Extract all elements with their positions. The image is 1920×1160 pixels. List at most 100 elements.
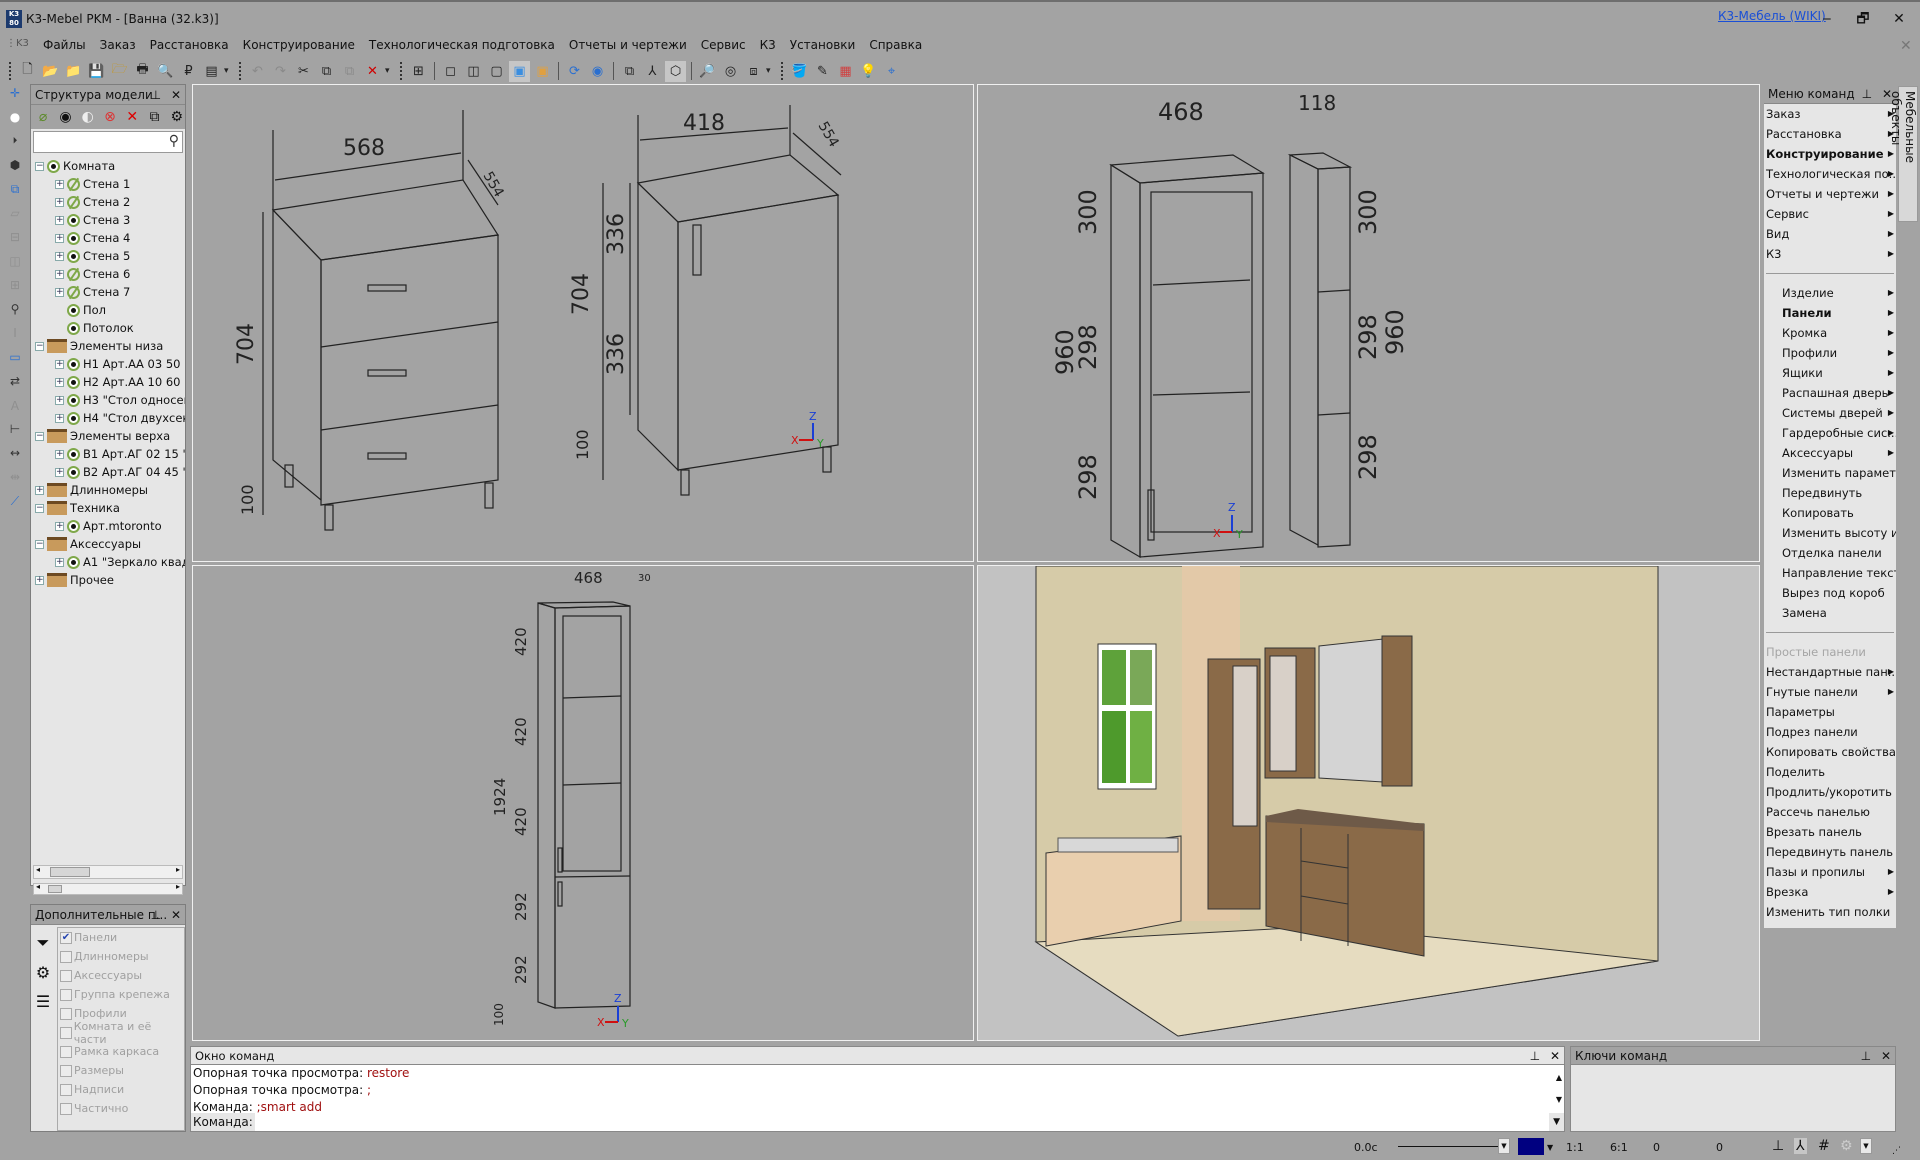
pin-icon[interactable]: ⊥: [1530, 1049, 1540, 1063]
command-menu-item[interactable]: Копировать: [1764, 503, 1896, 523]
expand-icon[interactable]: +: [35, 575, 44, 585]
close-button[interactable]: ✕: [1884, 8, 1914, 30]
resize-grip-icon[interactable]: ⋰: [1892, 1146, 1901, 1156]
expand-icon[interactable]: +: [55, 287, 64, 297]
toolbar-grip[interactable]: [239, 62, 242, 80]
menu-item[interactable]: Конструирование: [236, 36, 362, 54]
checkbox[interactable]: [60, 1102, 72, 1115]
menu-item[interactable]: Отчеты и чертежи: [562, 36, 694, 54]
expand-icon[interactable]: +: [55, 557, 64, 567]
delete-icon[interactable]: ✕: [124, 109, 140, 125]
menu-item[interactable]: Сервис: [694, 36, 753, 54]
print-icon[interactable]: 🖶: [132, 61, 153, 82]
wireframe-icon[interactable]: ◻: [440, 61, 461, 82]
tree-node[interactable]: + Стена 5: [55, 247, 130, 265]
measure-icon[interactable]: ▭: [6, 348, 24, 366]
command-menu-item[interactable]: Нестандартные пан... ▶: [1764, 662, 1896, 682]
command-menu-item[interactable]: Параметры: [1764, 702, 1896, 722]
hidden-icon[interactable]: [67, 195, 80, 209]
command-menu-item[interactable]: Панели ▶: [1764, 303, 1896, 323]
screw-icon[interactable]: ⚲: [6, 300, 24, 318]
command-menu-item[interactable]: Врезка ▶: [1764, 882, 1896, 902]
command-input[interactable]: [254, 1113, 1550, 1131]
close-icon[interactable]: ✕: [1550, 1049, 1560, 1063]
checkbox[interactable]: [60, 1045, 72, 1058]
expand-icon[interactable]: +: [55, 413, 64, 423]
redo-icon[interactable]: ↷: [270, 61, 291, 82]
tree-node[interactable]: + Стена 2: [55, 193, 130, 211]
linear-dimension-icon[interactable]: ↔: [6, 444, 24, 462]
command-menu-item[interactable]: Конструирование ▶: [1764, 144, 1896, 164]
show-icon[interactable]: ◉: [57, 109, 73, 125]
collapse-icon[interactable]: −: [35, 539, 44, 549]
command-menu-item[interactable]: Подрез панели: [1764, 722, 1896, 742]
checkbox[interactable]: [60, 1083, 72, 1096]
grid-toggle-icon[interactable]: #: [1818, 1138, 1830, 1154]
color-swatch[interactable]: [1518, 1138, 1544, 1155]
model-search-input[interactable]: [34, 132, 154, 152]
tree-node[interactable]: − Элементы низа: [35, 337, 163, 355]
filter-checkbox-row[interactable]: Аксессуары: [58, 966, 184, 985]
delete-dimension-icon[interactable]: ⇹: [6, 468, 24, 486]
filter-checkbox-row[interactable]: Комната и её части: [58, 1020, 184, 1046]
command-menu-item[interactable]: Копировать свойства: [1764, 742, 1896, 762]
command-menu-item[interactable]: Врезать панель: [1764, 822, 1896, 842]
open-folder-icon[interactable]: 📁: [63, 61, 84, 82]
tree-node[interactable]: + Стена 1: [55, 175, 130, 193]
command-menu-item[interactable]: Передвинуть панель: [1764, 842, 1896, 862]
menu-item[interactable]: Справка: [862, 36, 929, 54]
command-menu-item[interactable]: Направление текст...: [1764, 563, 1896, 583]
menu-item[interactable]: К3: [753, 36, 783, 54]
visible-icon[interactable]: [67, 249, 80, 263]
command-menu-item[interactable]: Расстановка▶: [1764, 124, 1896, 144]
tree-node[interactable]: Пол: [55, 301, 106, 319]
shaded-blue-icon[interactable]: ▣: [509, 60, 530, 82]
command-menu-item[interactable]: Вырез под короб: [1764, 583, 1896, 603]
room-icon[interactable]: ⬢: [6, 156, 24, 174]
shaded-textured-icon[interactable]: ▣: [532, 61, 553, 82]
ibeam-icon[interactable]: Ⅰ: [6, 324, 24, 342]
expand-arrow-icon[interactable]: ⏵: [6, 132, 24, 150]
panel-icon[interactable]: ▱: [6, 204, 24, 222]
copy-icon[interactable]: ⧉: [316, 61, 337, 82]
toolbar-overflow-icon[interactable]: ▾: [385, 66, 395, 76]
command-menu-item[interactable]: Сервис ▶: [1764, 204, 1896, 224]
viewport-tall-cabinet[interactable]: 468 30 1924 420 420 420 292 292 100 Z X …: [192, 565, 974, 1041]
visible-icon[interactable]: [67, 375, 80, 389]
viewport-3d-render[interactable]: [977, 565, 1760, 1041]
hidden-icon[interactable]: [67, 177, 80, 191]
toolbar-grip[interactable]: [400, 62, 403, 80]
undo-icon[interactable]: ↶: [247, 61, 268, 82]
door-icon[interactable]: ◫: [6, 252, 24, 270]
palette-icon[interactable]: ▦: [835, 61, 856, 82]
command-menu-item[interactable]: Замена: [1764, 603, 1896, 623]
snap-circle-icon[interactable]: ●: [6, 108, 24, 126]
zoom-extents-icon[interactable]: 🔎: [697, 61, 718, 82]
hide-icon[interactable]: ⌀: [35, 109, 51, 125]
tree-node[interactable]: − Комната: [35, 157, 115, 175]
shaded-white-icon[interactable]: ▢: [486, 61, 507, 82]
settings-icon[interactable]: ⚙: [169, 109, 185, 125]
paste-icon[interactable]: ⧉: [339, 61, 360, 82]
viewport-base-cabinets[interactable]: 568 554 704 100 418 554 704 336 336 100 …: [192, 84, 974, 562]
command-menu-item[interactable]: Аксессуары ▶: [1764, 443, 1896, 463]
menu-grip-icon[interactable]: ⋮K3: [6, 38, 30, 52]
toolbar-overflow-icon[interactable]: ▾: [224, 66, 234, 76]
close-icon[interactable]: ✕: [171, 88, 181, 102]
sliders-icon[interactable]: ☰: [36, 992, 50, 1011]
restore-button[interactable]: 🗗: [1848, 8, 1878, 30]
paint-icon[interactable]: 🪣: [789, 61, 810, 82]
expand-icon[interactable]: +: [55, 395, 64, 405]
view-cube-icon[interactable]: ⬡: [665, 60, 686, 82]
visible-icon[interactable]: [67, 357, 80, 371]
expand-icon[interactable]: +: [55, 197, 64, 207]
tree-node[interactable]: + Н4 "Стол двухсеки: [55, 409, 185, 427]
tree-node[interactable]: + Стена 6: [55, 265, 130, 283]
tree-node[interactable]: + В1 Арт.АГ 02 15 "L: [55, 445, 185, 463]
visible-icon[interactable]: [67, 447, 80, 461]
toolbar-grip[interactable]: [781, 62, 784, 80]
hidden-lines-icon[interactable]: ◫: [463, 61, 484, 82]
command-menu-item[interactable]: Кромка ▶: [1764, 323, 1896, 343]
add-profile-icon[interactable]: ⊞: [6, 276, 24, 294]
zoom-window-icon[interactable]: ⧈: [743, 61, 764, 82]
